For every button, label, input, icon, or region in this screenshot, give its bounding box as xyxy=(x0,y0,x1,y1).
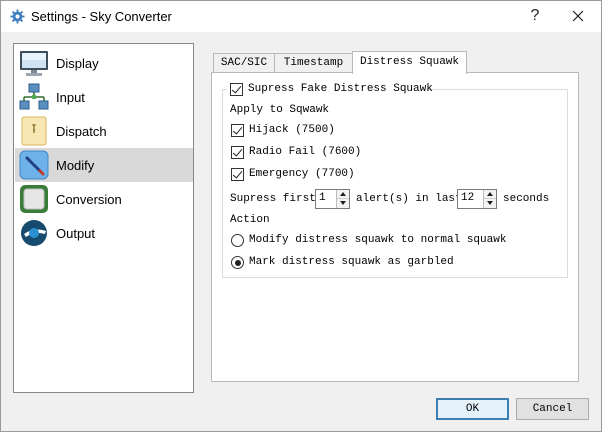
radio-fail-checkbox[interactable] xyxy=(231,146,244,159)
sidebar-item-output[interactable]: Output xyxy=(15,216,193,250)
supress-fake-label: Supress Fake Distress Squawk xyxy=(248,83,433,95)
last-seconds-down-button[interactable] xyxy=(484,199,496,208)
sidebar-item-label: Dispatch xyxy=(56,124,107,139)
close-icon[interactable] xyxy=(566,5,590,27)
apply-to-squawk-heading: Apply to Sqwawk xyxy=(230,104,330,116)
sidebar-item-display[interactable]: Display xyxy=(15,46,193,80)
emergency-checkbox[interactable] xyxy=(231,168,244,181)
radio-fail-label: Radio Fail (7600) xyxy=(249,146,362,158)
last-seconds-stepper xyxy=(483,190,496,208)
help-button[interactable]: ? xyxy=(524,5,546,27)
first-count-up-button[interactable] xyxy=(337,190,349,199)
cancel-button[interactable]: Cancel xyxy=(516,398,589,420)
sidebar-item-label: Conversion xyxy=(56,192,122,207)
first-count-value: 1 xyxy=(319,192,326,204)
first-count-down-button[interactable] xyxy=(337,199,349,208)
first-count-spinbox[interactable]: 1 xyxy=(315,189,350,209)
last-seconds-value: 12 xyxy=(461,192,475,204)
square-icon xyxy=(20,185,48,213)
monitor-icon xyxy=(20,51,48,76)
supress-fake-checkbox[interactable] xyxy=(230,83,243,96)
supress-first-label: Supress first xyxy=(230,193,316,205)
action-heading: Action xyxy=(230,214,270,226)
title-bar: Settings - Sky Converter ? xyxy=(1,1,601,32)
pen-icon xyxy=(19,150,49,180)
sidebar-item-label: Display xyxy=(56,56,99,71)
document-icon xyxy=(21,116,47,146)
seconds-label: seconds xyxy=(503,193,550,205)
tab-timestamp[interactable]: Timestamp xyxy=(274,53,353,73)
modify-to-normal-radio[interactable] xyxy=(231,234,244,247)
gear-icon xyxy=(10,9,25,24)
alerts-in-last-label: alert(s) in last xyxy=(356,193,462,205)
window-title: Settings - Sky Converter xyxy=(31,9,172,24)
mark-garbled-label: Mark distress squawk as garbled xyxy=(249,256,454,268)
sidebar-item-label: Input xyxy=(56,90,85,105)
sidebar-item-dispatch[interactable]: Dispatch xyxy=(15,114,193,148)
sidebar-item-label: Modify xyxy=(56,158,95,173)
first-count-stepper xyxy=(336,190,349,208)
network-icon xyxy=(19,83,49,110)
last-seconds-spinbox[interactable]: 12 xyxy=(457,189,497,209)
sidebar-item-input[interactable]: Input xyxy=(15,80,193,114)
sidebar-item-modify[interactable]: Modify xyxy=(15,148,193,182)
tab-distress-squawk[interactable]: Distress Squawk xyxy=(352,51,467,74)
hijack-checkbox[interactable] xyxy=(231,124,244,137)
modify-to-normal-label: Modify distress squawk to normal squawk xyxy=(249,234,507,246)
settings-category-list[interactable]: Display Input Dispatch Modify Conversion… xyxy=(13,43,194,393)
output-logo-icon xyxy=(21,220,47,246)
mark-garbled-radio[interactable] xyxy=(231,256,244,269)
emergency-label: Emergency (7700) xyxy=(249,168,355,180)
ok-button[interactable]: OK xyxy=(436,398,509,420)
sidebar-item-label: Output xyxy=(56,226,96,241)
distress-squawk-panel: Supress Fake Distress Squawk Apply to Sq… xyxy=(211,72,579,382)
last-seconds-up-button[interactable] xyxy=(484,190,496,199)
settings-window: Settings - Sky Converter ? Display Input… xyxy=(0,0,602,432)
hijack-label: Hijack (7500) xyxy=(249,124,335,136)
sidebar-item-conversion[interactable]: Conversion xyxy=(15,182,193,216)
tab-sac-sic[interactable]: SAC/SIC xyxy=(213,53,275,73)
supress-fake-groupbox xyxy=(222,89,568,278)
